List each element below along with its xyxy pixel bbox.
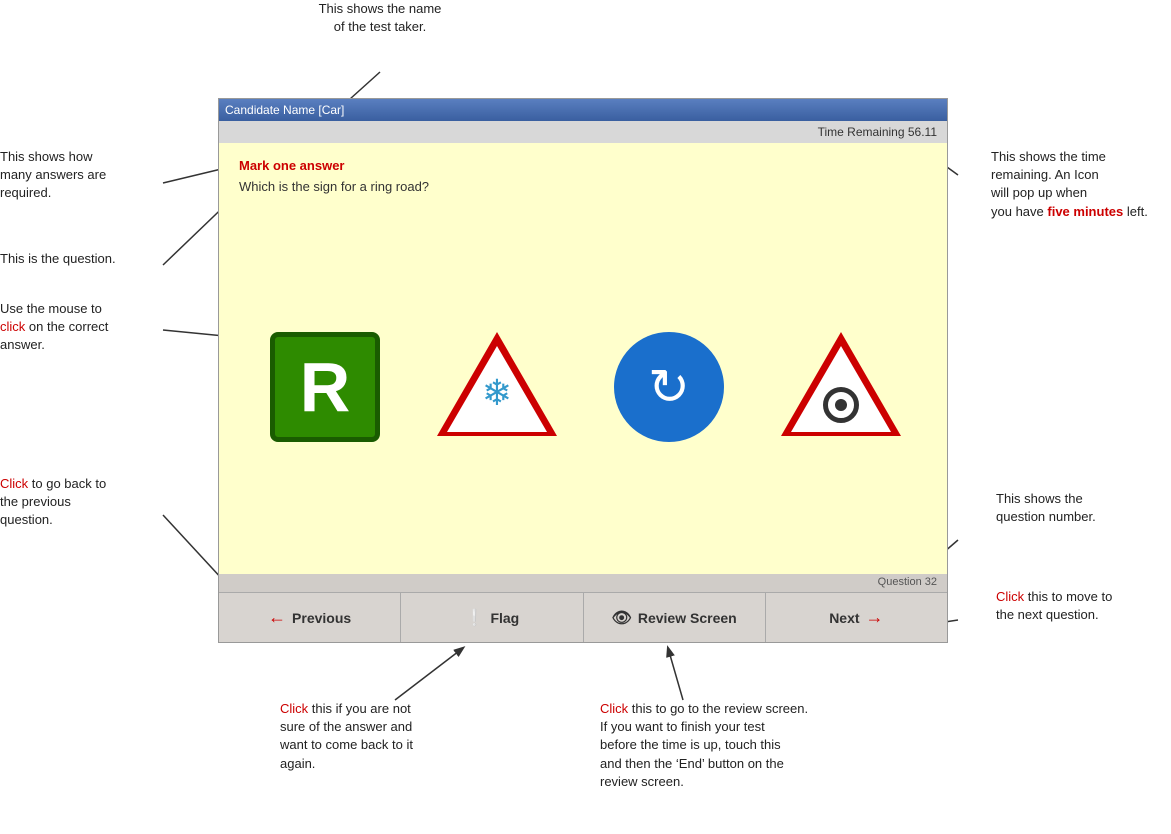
ann-time-line3: will pop up when	[991, 185, 1087, 200]
annotation-next: Click this to move to the next question.	[996, 588, 1171, 624]
triangle-center-dot	[835, 399, 847, 411]
arrow-left-icon: ←	[268, 607, 286, 628]
ann-mouse-line1: Use the mouse to	[0, 301, 102, 316]
answer-option-3[interactable]: ↻	[594, 312, 744, 462]
review-screen-button[interactable]: 👁 Review Screen	[584, 593, 766, 642]
ann-next-line1: this to move to	[1024, 589, 1112, 604]
ann-time-line4: you have	[991, 204, 1047, 219]
ann-many-line2: many answers are	[0, 167, 106, 182]
sign-empty-triangle	[781, 332, 901, 442]
title-bar-text: Candidate Name [Car]	[225, 103, 344, 117]
ann-review-click: Click	[600, 701, 628, 716]
ann-review-line1: this to go to the review screen.	[628, 701, 808, 716]
ann-next-click: Click	[996, 589, 1024, 604]
answer-option-2[interactable]: ❄	[422, 312, 572, 462]
sign-snowflake-wrapper: ❄	[437, 332, 557, 442]
ann-mouse-line2: on the correct	[25, 319, 108, 334]
ann-time-line1: This shows the time	[991, 149, 1106, 164]
flag-icon: ❕	[465, 608, 485, 628]
previous-label: Previous	[292, 610, 351, 626]
ann-back-line2: the previous	[0, 494, 71, 509]
review-icon: 👁	[612, 608, 632, 628]
annotation-qnum: This shows the question number.	[996, 490, 1171, 526]
ann-back-line1: to go back to	[28, 476, 106, 491]
annotation-time: This shows the time remaining. An Icon w…	[991, 148, 1166, 221]
review-label: Review Screen	[638, 610, 737, 626]
ann-many-line1: This shows how	[0, 149, 92, 164]
ann-back-click: Click	[0, 476, 28, 491]
ann-flag-line2: sure of the answer and	[280, 719, 412, 734]
ann-review-line3: before the time is up, touch this	[600, 737, 781, 752]
answer-option-1[interactable]: R	[250, 312, 400, 462]
nav-bar: Question 32 ← Previous ❕ Flag 👁 Review S…	[219, 574, 947, 642]
next-label: Next	[829, 610, 859, 626]
annotation-question: This is the question.	[0, 250, 165, 268]
ann-time-line5: left.	[1123, 204, 1148, 219]
ann-qnum-line1: This shows the	[996, 491, 1083, 506]
timer-bar: Time Remaining 56.11	[219, 121, 947, 143]
ann-next-line2: the next question.	[996, 607, 1099, 622]
ann-many-line3: required.	[0, 185, 51, 200]
sign-green-r: R	[270, 332, 380, 442]
flag-label: Flag	[490, 610, 519, 626]
ann-review-line4: and then the ‘End’ button on the	[600, 756, 784, 771]
test-window: Candidate Name [Car] Time Remaining 56.1…	[218, 98, 948, 643]
next-button[interactable]: Next →	[766, 593, 947, 642]
title-bar: Candidate Name [Car]	[219, 99, 947, 121]
ann-flag-click: Click	[280, 701, 308, 716]
annotation-title: This shows the name of the test taker.	[280, 0, 480, 36]
ann-flag-line4: again.	[280, 756, 315, 771]
answer-option-4[interactable]	[766, 312, 916, 462]
ann-qnum-line2: question number.	[996, 509, 1096, 524]
roundabout-arrows: ↻	[648, 358, 690, 416]
question-text: Which is the sign for a ring road?	[239, 179, 927, 194]
snowflake-symbol: ❄	[482, 372, 512, 414]
annotation-use-mouse: Use the mouse to click on the correct an…	[0, 300, 165, 355]
arrow-right-icon: →	[866, 607, 884, 628]
previous-button[interactable]: ← Previous	[219, 593, 401, 642]
annotation-flag: Click this if you are not sure of the an…	[280, 700, 510, 773]
ann-time-five-minutes: five minutes	[1047, 204, 1123, 219]
flag-button[interactable]: ❕ Flag	[401, 593, 583, 642]
answers-row: R ❄ ↻	[239, 214, 927, 559]
ann-mouse-click: click	[0, 319, 25, 334]
ann-review-line5: review screen.	[600, 774, 684, 789]
timer-text: Time Remaining 56.11	[818, 125, 937, 139]
ann-back-line3: question.	[0, 512, 53, 527]
mark-one-answer: Mark one answer	[239, 158, 927, 173]
annotation-many-answers: This shows how many answers are required…	[0, 148, 165, 203]
annotation-title-line1: This shows the name	[319, 1, 442, 16]
question-num-label: Question 32	[878, 576, 937, 588]
annotation-title-line2: of the test taker.	[334, 19, 427, 34]
sign-roundabout: ↻	[614, 332, 724, 442]
question-num-row: Question 32	[219, 574, 947, 592]
annotation-review: Click this to go to the review screen. I…	[600, 700, 920, 791]
ann-review-line2: If you want to finish your test	[600, 719, 765, 734]
ann-flag-line3: want to come back to it	[280, 737, 413, 752]
ann-question-line1: This is the question.	[0, 251, 116, 266]
ann-time-line2: remaining. An Icon	[991, 167, 1099, 182]
ann-flag-line1: this if you are not	[308, 701, 411, 716]
question-area: Mark one answer Which is the sign for a …	[219, 143, 947, 574]
annotation-click-back: Click to go back to the previous questio…	[0, 475, 165, 530]
ann-mouse-line3: answer.	[0, 337, 45, 352]
nav-buttons: ← Previous ❕ Flag 👁 Review Screen Next →	[219, 592, 947, 642]
